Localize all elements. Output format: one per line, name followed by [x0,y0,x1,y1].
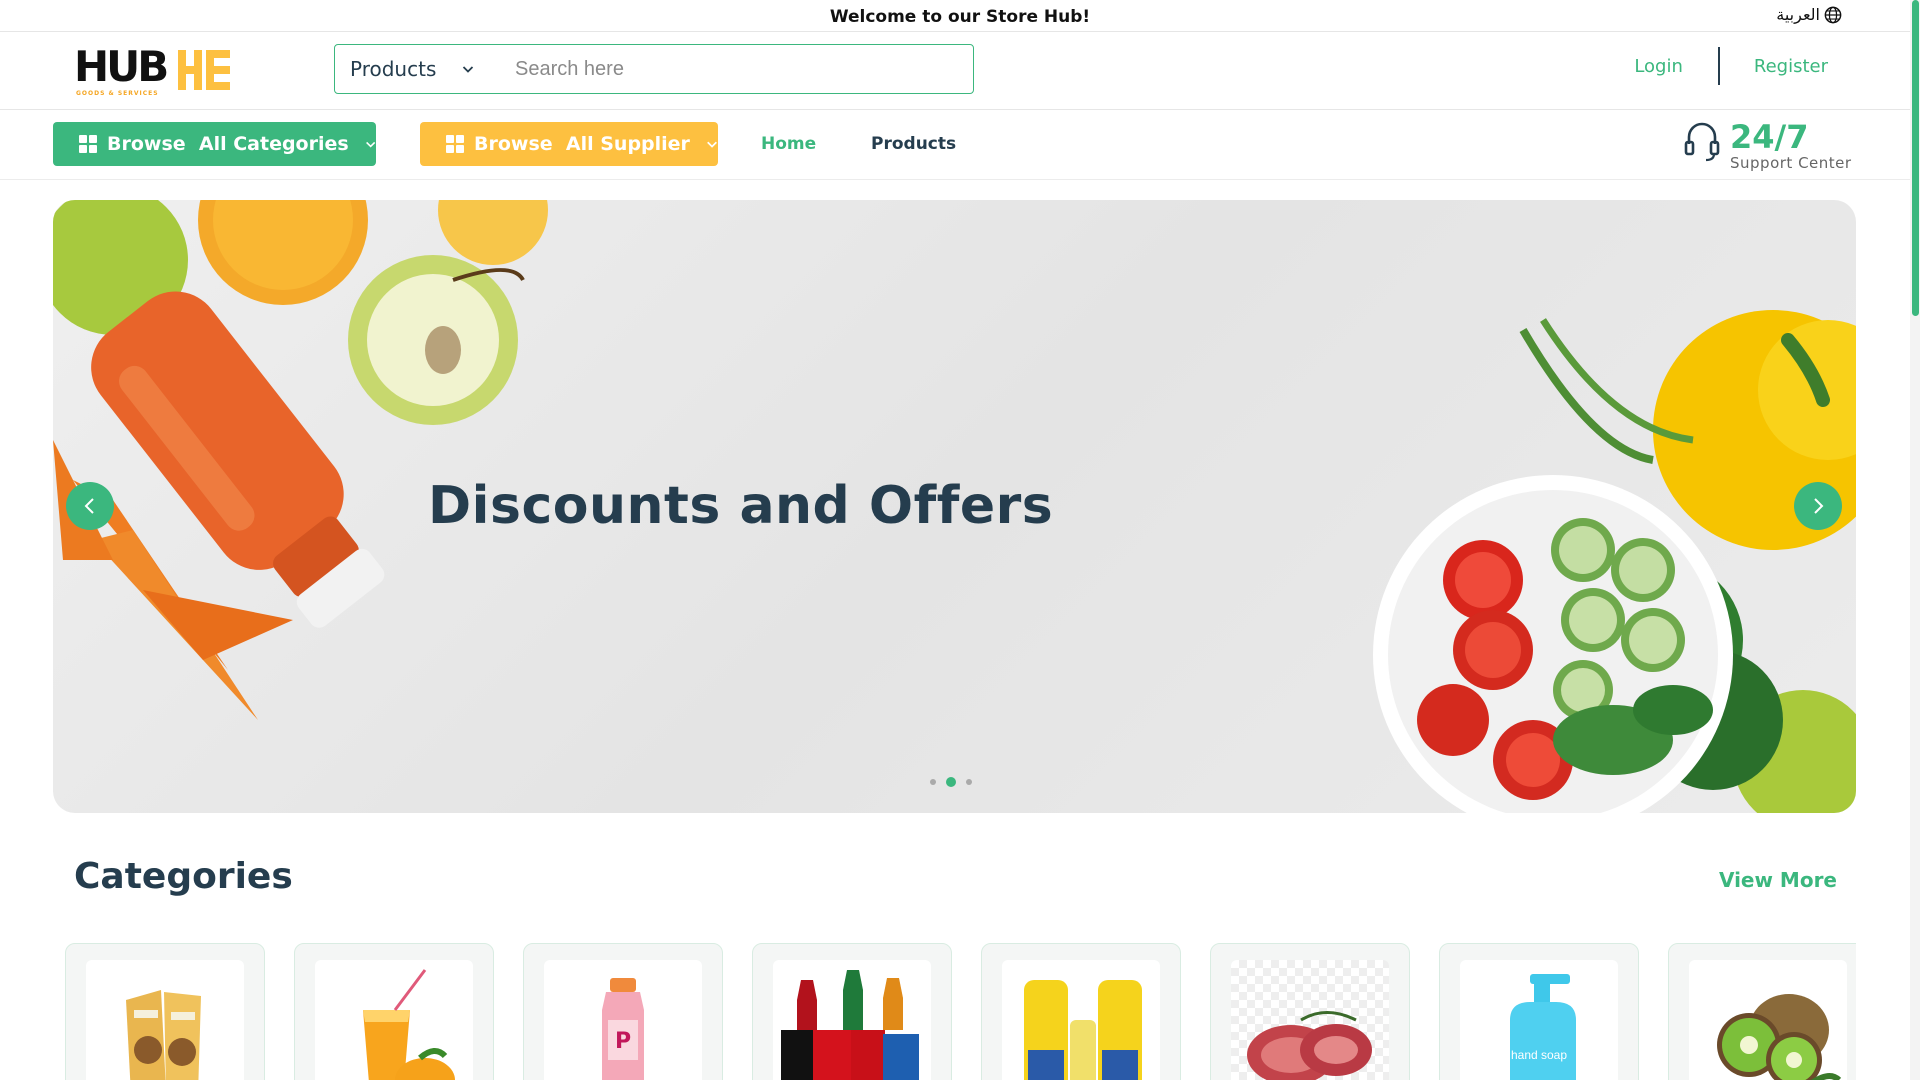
login-link[interactable]: Login [1634,48,1683,85]
logo-text: HUB [74,42,169,91]
category-card[interactable] [1210,943,1410,1080]
category-card[interactable] [65,943,265,1080]
browse-categories-button[interactable]: Browse All Categories [53,122,376,166]
auth-links: Login Register [1634,46,1828,86]
welcome-bar: Welcome to our Store Hub! العربية [0,0,1920,32]
carousel-dot[interactable] [966,779,972,785]
nav-link-products[interactable]: Products [871,134,956,154]
category-card[interactable] [752,943,952,1080]
support-hours: 24/7 [1730,118,1809,156]
chevron-left-icon [84,498,94,514]
smoothie-bottle-icon: P [602,978,644,1080]
chevron-down-icon [707,141,717,148]
view-more-link[interactable]: View More [1719,868,1837,892]
hero-headline: Discounts and Offers [428,476,1054,536]
cooking-oil-icon [1024,980,1142,1080]
scrollbar-thumb[interactable] [1912,0,1919,316]
orange-juice-icon [363,969,455,1080]
support-center: 24/7 Support Center [1684,120,1852,172]
category-carousel: P hand soap [65,943,1856,1080]
snack-bag-icon [126,990,201,1080]
category-card[interactable] [294,943,494,1080]
carousel-dots [930,777,972,787]
category-card[interactable]: hand soap [1439,943,1639,1080]
search-category-select[interactable]: Products [335,57,505,81]
browse-categories-label: Browse All Categories [107,133,349,155]
logo-subtext: GOODS & SERVICES [76,90,159,97]
hero-banner: Discounts and Offers [53,200,1856,813]
headset-icon [1684,122,1720,162]
category-card[interactable] [981,943,1181,1080]
language-switcher[interactable]: العربية [1776,5,1842,24]
nav-link-home[interactable]: Home [761,134,816,154]
logo-mark-icon [178,50,230,90]
category-card[interactable] [1668,943,1856,1080]
carousel-next-button[interactable] [1794,482,1842,530]
search-category-label: Products [350,57,437,81]
meat-icon [1247,1011,1372,1080]
welcome-text: Welcome to our Store Hub! [829,7,1091,27]
hub-logo[interactable]: HUB GOODS & SERVICES [74,44,234,100]
support-label: Support Center [1730,154,1852,172]
page-scrollbar[interactable] [1910,0,1920,1080]
chevron-down-icon [365,141,375,148]
browse-suppliers-button[interactable]: Browse All Supplier [420,122,718,166]
kiwi-icon [1717,994,1842,1080]
carousel-dot[interactable] [930,779,936,785]
register-link[interactable]: Register [1754,48,1828,85]
chevron-down-icon [463,66,474,73]
carousel-prev-button[interactable] [66,482,114,530]
categories-heading: Categories [74,856,293,897]
auth-divider [1717,47,1720,85]
hand-soap-icon [1510,974,1576,1080]
site-header: HUB GOODS & SERVICES Products Login Regi… [0,32,1920,110]
search-input[interactable] [505,57,945,81]
carousel-dot-active[interactable] [946,777,956,787]
main-nav: Browse All Categories Browse All Supplie… [0,110,1920,180]
category-card[interactable]: P [523,943,723,1080]
grid-icon [446,135,464,153]
soft-drinks-icon [781,970,919,1080]
chevron-right-icon [1814,498,1824,514]
language-label: العربية [1776,5,1820,24]
hand-soap-label: hand soap [1510,1048,1568,1062]
grid-icon [79,135,97,153]
search-bar: Products [334,44,974,94]
svg-text:P: P [615,1029,631,1054]
globe-icon [1824,6,1842,23]
browse-suppliers-label: Browse All Supplier [474,133,690,155]
